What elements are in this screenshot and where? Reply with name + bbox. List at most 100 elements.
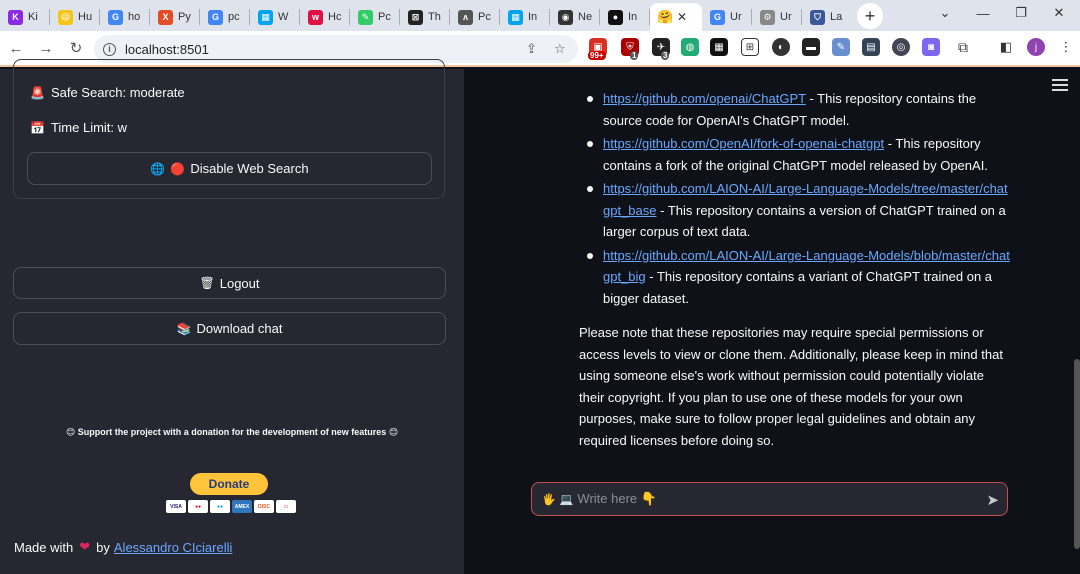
main-panel: https://github.com/openai/ChatGPT - This… — [464, 69, 1080, 574]
extension-icon-4[interactable]: ◍ — [681, 38, 699, 56]
tab-title: W — [278, 11, 289, 23]
smile-icon: 😊 — [388, 427, 399, 437]
extension-icon-5[interactable]: ▦ — [710, 38, 728, 56]
reload-icon[interactable]: ↻ — [62, 34, 90, 62]
repo-link[interactable]: https://github.com/openai/ChatGPT — [603, 91, 806, 106]
tab-title: Hc — [328, 11, 342, 23]
tab-favicon-icon: 🤗 — [657, 9, 674, 24]
download-chat-button[interactable]: 📚 Download chat — [13, 312, 446, 345]
tab-1[interactable]: 😃 Hu — [50, 3, 99, 31]
new-tab-button[interactable]: + — [857, 3, 883, 29]
tab-search-icon[interactable]: ⌄ — [926, 0, 964, 26]
tab-favicon-icon: ▦ — [508, 9, 523, 25]
tab-favicon-icon: K — [8, 9, 23, 25]
note-paragraph: Please note that these repositories may … — [579, 325, 1003, 448]
tab-title: Ne — [578, 11, 593, 23]
tab-b0[interactable]: G Ur — [702, 3, 751, 31]
smile-icon: 😊 — [65, 427, 76, 437]
safe-search-line: 🚨 Safe Search: moderate — [30, 85, 185, 100]
tab-0[interactable]: K Ki — [0, 3, 49, 31]
laptop-icon: 💻 — [559, 493, 574, 506]
tab-2[interactable]: Gho — [100, 3, 149, 31]
tab-title: Ur — [780, 11, 792, 23]
tab-7[interactable]: ✎ Pc — [350, 3, 399, 31]
repo-list: https://github.com/openai/ChatGPT - This… — [587, 88, 1011, 309]
heart-icon: ❤ — [79, 539, 91, 554]
bookmark-star-icon[interactable]: ☆ — [554, 41, 566, 57]
support-text: 😊 Support the project with a donation fo… — [0, 427, 464, 438]
url-text[interactable]: localhost:8501 — [125, 42, 209, 57]
extension-icon-10[interactable]: ▤ — [862, 38, 880, 56]
list-item: https://github.com/OpenAI/fork-of-openai… — [587, 133, 1011, 176]
donate-button[interactable]: Donate — [190, 473, 268, 495]
close-window-icon[interactable]: ✕ — [1040, 0, 1078, 26]
send-icon[interactable]: ➤ — [986, 491, 999, 509]
tab-favicon-icon: ▦ — [258, 9, 273, 25]
tab-favicon-icon: G — [108, 9, 123, 25]
support-message: Support the project with a donation for … — [77, 427, 387, 437]
tab-12[interactable]: ● In — [600, 3, 649, 31]
tab-5[interactable]: ▦ W — [250, 3, 299, 31]
tab-11[interactable]: ◉ Ne — [550, 3, 599, 31]
tab-b2[interactable]: ⛉ La — [802, 3, 851, 31]
list-item: https://github.com/openai/ChatGPT - This… — [587, 88, 1011, 131]
maestro-icon: ●● — [210, 500, 230, 513]
hamburger-menu-icon[interactable] — [1052, 79, 1068, 94]
chat-input[interactable]: 🖐 💻 Write here 👇 ➤ — [531, 482, 1008, 516]
tab-active[interactable]: 🤗 ✕ — [650, 3, 702, 31]
tab-favicon-icon: ◉ — [558, 9, 573, 25]
disable-web-search-button[interactable]: 🌐 🔴 Disable Web Search — [27, 152, 432, 185]
logout-button[interactable]: 🗑 Logout — [13, 267, 446, 299]
tab-4[interactable]: Gpc — [200, 3, 249, 31]
siren-icon: 🚨 — [30, 85, 45, 100]
extension-icon-12[interactable]: ◙ — [922, 38, 940, 56]
chat-input-placeholder: Write here 👇 — [577, 491, 657, 506]
close-tab-icon[interactable]: ✕ — [677, 10, 687, 24]
minimize-icon[interactable]: — — [964, 0, 1002, 26]
globe-icon: 🌐 — [150, 161, 166, 176]
repo-link[interactable]: https://github.com/OpenAI/fork-of-openai… — [603, 136, 884, 151]
safe-search-text: Safe Search: moderate — [50, 85, 185, 100]
tab-favicon-icon: X — [158, 9, 173, 25]
amex-icon: AMEX — [232, 500, 252, 513]
back-icon[interactable]: ← — [2, 34, 30, 62]
tab-6[interactable]: w Hc — [300, 3, 349, 31]
tab-title: La — [830, 11, 843, 23]
browser-menu-icon[interactable]: ⋮ — [1057, 38, 1075, 56]
tab-title: Ur — [730, 11, 742, 23]
tab-favicon-icon: w — [308, 9, 323, 25]
tab-title: Py — [178, 11, 191, 23]
profile-avatar[interactable]: j — [1027, 38, 1045, 56]
hand-icon: 🖐 — [542, 493, 556, 506]
red-circle-icon: 🔴 — [170, 161, 186, 176]
repo-description: - This repository contains a variant of … — [603, 269, 993, 306]
tab-favicon-icon: ● — [608, 9, 623, 25]
tab-9[interactable]: ʌ Pc — [450, 3, 499, 31]
author-link[interactable]: Alessandro CIciarelli — [114, 540, 233, 555]
tab-3[interactable]: X Py — [150, 3, 199, 31]
forward-icon[interactable]: → — [32, 34, 60, 62]
time-limit-line: 📅 Time Limit: w — [30, 120, 127, 135]
extensions-puzzle-icon[interactable]: ⧉ — [954, 38, 972, 56]
extension-icon-8[interactable]: ▬ — [802, 38, 820, 56]
mastercard-icon: ●● — [188, 500, 208, 513]
extension-icon-9[interactable]: ✎ — [832, 38, 850, 56]
extension-icon-11[interactable]: ◎ — [892, 38, 910, 56]
tab-favicon-icon: ⛉ — [810, 9, 825, 25]
side-panel-icon[interactable]: ◧ — [997, 38, 1015, 56]
visa-icon: VISA — [166, 500, 186, 513]
tab-10[interactable]: ▦ In — [500, 3, 549, 31]
tab-8[interactable]: ⊠ Th — [400, 3, 449, 31]
tab-strip: K Ki 😃 Hu Gho X Py Gpc ▦ Ww Hc ✎ Pc ⊠ Th ʌ Pc ▦ In ◉ Ne ● In 🤗 ✕… — [0, 0, 1080, 31]
tab-b1[interactable]: ⚙ Ur — [752, 3, 801, 31]
scrollbar[interactable] — [1074, 359, 1080, 549]
discover-icon: DISC — [254, 500, 274, 513]
download-icon: 📚 — [176, 321, 192, 336]
site-info-icon[interactable]: i — [103, 42, 116, 56]
extension-icon-6[interactable]: ⊞ — [741, 38, 759, 56]
calendar-icon: 📅 — [30, 120, 45, 135]
share-icon[interactable]: ⇪ — [526, 41, 537, 57]
restore-icon[interactable]: ❐ — [1002, 0, 1040, 26]
extension-icon-7[interactable]: ◐ — [772, 38, 790, 56]
made-with-text: Made with — [14, 539, 74, 555]
